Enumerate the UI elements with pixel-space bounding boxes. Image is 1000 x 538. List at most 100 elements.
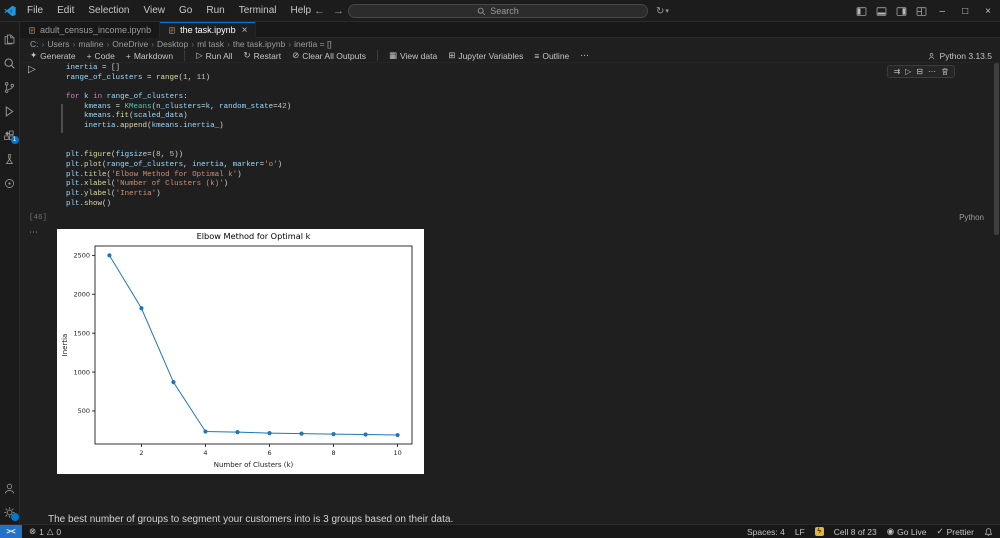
svg-text:10: 10 (393, 449, 401, 457)
git-gutter-decoration (61, 104, 63, 133)
tab-close-icon[interactable]: × (242, 25, 248, 36)
breadcrumb-item[interactable]: the task.ipynb (233, 39, 285, 49)
status-item-label: Cell 8 of 23 (834, 527, 877, 537)
status-item-label: Prettier (947, 527, 974, 537)
command-center-search[interactable]: Search (348, 4, 648, 18)
split-cell-icon[interactable]: ⊟ (916, 67, 923, 76)
toolbar-generate[interactable]: ✦Generate (30, 50, 76, 61)
notifications-bell-icon[interactable] (984, 527, 993, 537)
menu-file[interactable]: File (20, 5, 50, 16)
delete-cell-icon[interactable] (941, 67, 949, 76)
tab-the-task-ipynb[interactable]: the task.ipynb × (160, 22, 256, 38)
toolbar-outline[interactable]: ≡Outline (534, 51, 569, 61)
vertical-scrollbar[interactable] (994, 63, 999, 235)
menu-selection[interactable]: Selection (81, 5, 136, 16)
menu-run[interactable]: Run (199, 5, 231, 16)
status-spaces-4[interactable]: Spaces: 4 (747, 527, 785, 537)
back-arrow-icon[interactable]: ← (314, 5, 325, 17)
outline-icon: ≡ (534, 51, 539, 61)
toolbar-more-actions[interactable]: ⋯ (580, 50, 589, 61)
breadcrumb-item[interactable]: maline (78, 39, 103, 49)
explorer-icon[interactable] (0, 27, 20, 51)
run-cell-button[interactable]: ▷ (28, 64, 36, 75)
svg-text:Number of Clusters (k): Number of Clusters (k) (214, 461, 294, 469)
breadcrumb-separator-icon: › (73, 39, 76, 49)
tab-bar: adult_census_income.ipynb the task.ipynb × (20, 22, 1000, 38)
toggle-secondary-sidebar-icon[interactable] (896, 6, 907, 17)
remote-indicator[interactable]: >< (0, 525, 22, 538)
status-go-live[interactable]: ◉Go Live (887, 526, 927, 537)
code-editor[interactable]: inertia = []range_of_clusters = range(1,… (66, 64, 880, 209)
tab-adult-census-income-ipynb[interactable]: adult_census_income.ipynb (20, 22, 160, 38)
launch-profile-control[interactable]: ↻▾ (656, 0, 669, 22)
notebook-toolbar-items: ✦Generate+Code+Markdown▷Run All↻Restart⊘… (30, 50, 589, 61)
menu-edit[interactable]: Edit (50, 5, 81, 16)
cell-language-picker[interactable]: Python (959, 213, 984, 222)
breadcrumb-item[interactable]: C: (30, 39, 39, 49)
menu-view[interactable]: View (137, 5, 173, 16)
run-debug-icon[interactable] (0, 99, 20, 123)
titlebar-right-controls: – □ × (856, 0, 995, 22)
toolbar-clear-all-outputs[interactable]: ⊘Clear All Outputs (292, 50, 366, 61)
toolbar-code[interactable]: +Code (87, 51, 115, 61)
more-actions-icon[interactable]: ⋯ (928, 67, 936, 76)
status-prettier[interactable]: ✓ Prettier (936, 526, 974, 537)
breadcrumb-item[interactable]: Desktop (157, 39, 188, 49)
cell-output-plot: 5001000150020002500246810Elbow Method fo… (57, 229, 424, 474)
maximize-button[interactable]: □ (958, 6, 972, 17)
view-data-icon: ▦ (389, 50, 397, 61)
forward-arrow-icon[interactable]: → (333, 5, 344, 17)
kernel-picker[interactable]: Python 3.13.5 (927, 49, 992, 63)
status-item-label: Spaces: 4 (747, 527, 785, 537)
accounts-icon[interactable] (0, 476, 20, 500)
breadcrumb-item[interactable]: ml task (197, 39, 224, 49)
source-control-icon[interactable] (0, 75, 20, 99)
status-zap-icon[interactable]: ϟ (815, 527, 824, 536)
tab-label: the task.ipynb (180, 25, 236, 35)
menu-help[interactable]: Help (284, 5, 319, 16)
refresh-icon: ↻ (656, 6, 664, 17)
toolbar-view-data[interactable]: ▦View data (377, 50, 437, 61)
toolbar-item-label: Jupyter Variables (458, 51, 523, 61)
minimize-button[interactable]: – (936, 6, 950, 17)
toggle-sidebar-icon[interactable] (856, 6, 867, 17)
status-item-label: Go Live (897, 527, 926, 537)
toolbar-item-label: View data (400, 51, 437, 61)
search-sidebar-icon[interactable] (0, 51, 20, 75)
extensions-icon[interactable]: 1 (0, 123, 20, 147)
settings-gear-icon[interactable] (0, 500, 20, 524)
execute-cell-icon[interactable]: ▷ (905, 67, 911, 76)
search-icon (477, 7, 486, 16)
breadcrumb-item[interactable]: OneDrive (112, 39, 148, 49)
customize-layout-icon[interactable] (916, 6, 927, 17)
status-broadcast-icon: ◉ (887, 526, 894, 537)
menu-go[interactable]: Go (172, 5, 199, 16)
menu-terminal[interactable]: Terminal (232, 5, 284, 16)
toolbar-item-label: Markdown (134, 51, 173, 61)
plus-icon: + (87, 51, 92, 61)
status-bar: >< ⊗ 1 △ 0 Spaces: 4 LF ϟ Cell 8 of 23 ◉Go L… (0, 524, 1000, 538)
code-line (66, 132, 880, 142)
status-cell-8-of-23[interactable]: Cell 8 of 23 (834, 527, 877, 537)
toolbar-run-all[interactable]: ▷Run All (184, 50, 232, 61)
status-check-icon: ✓ (936, 526, 943, 537)
output-collapse-toggle[interactable]: ⋯ (29, 227, 38, 238)
toolbar-restart[interactable]: ↻Restart (244, 50, 282, 61)
breadcrumb-item[interactable]: inertia = [] (294, 39, 332, 49)
toolbar-markdown[interactable]: +Markdown (126, 51, 173, 61)
toolbar-jupyter-variables[interactable]: ⊞Jupyter Variables (448, 50, 523, 61)
error-count: 1 (39, 527, 44, 537)
problems-indicator[interactable]: ⊗ 1 △ 0 (29, 526, 61, 537)
testing-icon[interactable] (0, 147, 20, 171)
breadcrumb-item[interactable]: Users (47, 39, 69, 49)
run-by-line-icon[interactable]: ⇉ (893, 67, 900, 76)
status-item-label: LF (795, 527, 805, 537)
code-line: plt.xlabel('Number of Clusters (k)') (66, 180, 880, 190)
kernel-label: Python 3.13.5 (940, 51, 992, 61)
code-line: inertia.append(kmeans.inertia_) (66, 122, 880, 132)
toggle-panel-icon[interactable] (876, 6, 887, 17)
warning-count: 0 (56, 527, 61, 537)
close-window-button[interactable]: × (981, 6, 995, 17)
jupyter-icon[interactable] (0, 171, 20, 195)
status-lf[interactable]: LF (795, 527, 805, 537)
